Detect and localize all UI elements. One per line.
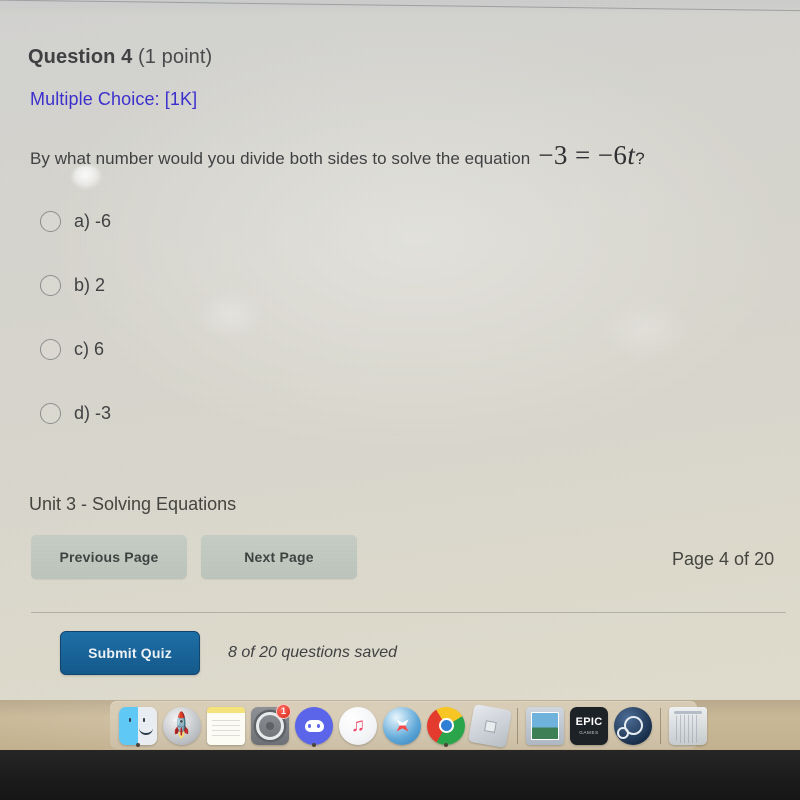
dock-separator-right (660, 707, 661, 744)
equation-question-mark: ? (635, 149, 646, 168)
page-indicator: Page 4 of 20 (672, 549, 775, 569)
dock-item-chrome[interactable] (424, 704, 468, 748)
running-indicator-discord (312, 742, 316, 747)
notes-icon (207, 706, 245, 745)
equation-right-coefficient: −6 (597, 140, 628, 170)
answer-value-c: 6 (94, 338, 105, 359)
answer-option-a[interactable]: a) -6 (40, 206, 111, 236)
discord-face-glyph-icon (304, 719, 324, 732)
safari-needle-icon (390, 713, 414, 737)
chrome-center-icon (438, 718, 454, 733)
finder-smile-icon (138, 724, 153, 735)
dock-item-music[interactable]: ♫ (336, 704, 380, 748)
answer-value-d: -3 (95, 402, 112, 423)
monitor-bezel (0, 750, 800, 800)
music-icon: ♫ (339, 706, 377, 745)
finder-icon (119, 706, 157, 745)
preview-photo-icon (526, 706, 564, 745)
radio-button-a[interactable] (40, 210, 61, 232)
pagination-controls: Previous Page Next Page (31, 535, 357, 579)
dock-item-epic-games[interactable]: EPIC GAMES (567, 704, 611, 748)
answer-option-d-label: d) -3 (74, 403, 111, 424)
saved-status-text: 8 of 20 questions saved (228, 644, 398, 661)
chrome-icon (427, 706, 465, 745)
finder-eye-right-icon (142, 717, 145, 722)
discord-icon (295, 706, 333, 745)
dock-item-preview[interactable] (523, 704, 567, 748)
launchpad-rocket-icon: 🚀 (163, 706, 201, 745)
question-number: Question 4 (28, 46, 133, 68)
preview-picture-icon (531, 711, 559, 740)
notes-lines-icon (212, 719, 240, 738)
macos-dock: 🚀 1 ♫ EPIC GAMES (110, 701, 707, 749)
running-indicator-chrome (444, 742, 448, 747)
submit-row: Submit Quiz 8 of 20 questions saved (60, 631, 397, 675)
radio-button-c[interactable] (40, 338, 61, 360)
epic-games-icon: EPIC GAMES (570, 706, 608, 745)
finder-eye-left-icon (129, 717, 132, 722)
dock-item-trash[interactable] (666, 704, 710, 748)
steam-valve-glyph-icon (616, 716, 643, 739)
roblox-icon (467, 703, 513, 748)
trash-icon (669, 706, 707, 745)
rocket-glyph-icon: 🚀 (166, 710, 199, 742)
roblox-square-icon (483, 719, 497, 732)
answer-option-b[interactable]: b) 2 (40, 270, 111, 300)
answer-value-b: 2 (95, 274, 106, 295)
answer-option-a-label: a) -6 (74, 211, 111, 232)
dock-item-launchpad[interactable]: 🚀 (160, 704, 204, 748)
screen-glare-soft (195, 290, 265, 340)
answer-option-c[interactable]: c) 6 (40, 334, 111, 364)
dock-item-roblox[interactable] (467, 703, 513, 748)
dock-item-discord[interactable] (292, 704, 336, 748)
steam-icon (614, 706, 652, 745)
answer-value-a: -6 (95, 210, 112, 231)
answer-options: a) -6 b) 2 c) 6 d) -3 (40, 206, 111, 462)
question-type-link[interactable]: Multiple Choice: [1K] (30, 89, 197, 110)
answer-option-d[interactable]: d) -3 (40, 398, 111, 428)
answer-letter-b: b) (74, 274, 91, 295)
question-prompt: By what number would you divide both sid… (30, 140, 645, 171)
answer-letter-c: c) (74, 338, 89, 359)
screen-glare-soft-right (600, 300, 690, 360)
previous-page-button[interactable]: Previous Page (31, 535, 187, 579)
answer-letter-d: d) (74, 402, 91, 423)
screenshot-root: Question 4 (1 point) Multiple Choice: [1… (0, 0, 800, 800)
radio-button-b[interactable] (40, 274, 61, 296)
equation-left: −3 (538, 140, 568, 170)
safari-compass-icon (383, 706, 421, 745)
dock-item-notes[interactable] (204, 704, 248, 748)
next-page-button[interactable]: Next Page (201, 535, 357, 579)
question-points: (1 point) (138, 46, 213, 68)
answer-option-c-label: c) 6 (74, 339, 104, 360)
submit-quiz-button[interactable]: Submit Quiz (60, 631, 200, 675)
unit-label: Unit 3 - Solving Equations (29, 494, 237, 514)
epic-wordmark: EPIC (575, 715, 603, 728)
notification-badge: 1 (276, 703, 291, 719)
running-indicator-finder (136, 742, 140, 747)
question-prompt-text: By what number would you divide both sid… (30, 149, 531, 168)
question-equation: −3 = −6t? (538, 140, 645, 171)
answer-letter-a: a) (74, 210, 91, 231)
music-note-glyph-icon: ♫ (350, 715, 366, 736)
answer-option-b-label: b) 2 (74, 275, 105, 296)
trash-body-icon (676, 714, 700, 743)
dock-item-system-preferences[interactable]: 1 (248, 703, 292, 748)
question-title: Question 4 (1 point) (28, 46, 212, 69)
quiz-page-surface: Question 4 (1 point) Multiple Choice: [1… (0, 0, 800, 700)
epic-subtitle: GAMES (579, 729, 599, 735)
dock-item-safari[interactable] (380, 704, 424, 748)
section-divider (31, 612, 786, 613)
dock-item-steam[interactable] (611, 704, 655, 748)
equation-operator: = (574, 140, 591, 170)
radio-button-d[interactable] (40, 402, 61, 424)
dock-item-finder[interactable] (116, 704, 160, 748)
dock-separator-left (517, 707, 518, 744)
trash-lid-icon (674, 710, 702, 714)
